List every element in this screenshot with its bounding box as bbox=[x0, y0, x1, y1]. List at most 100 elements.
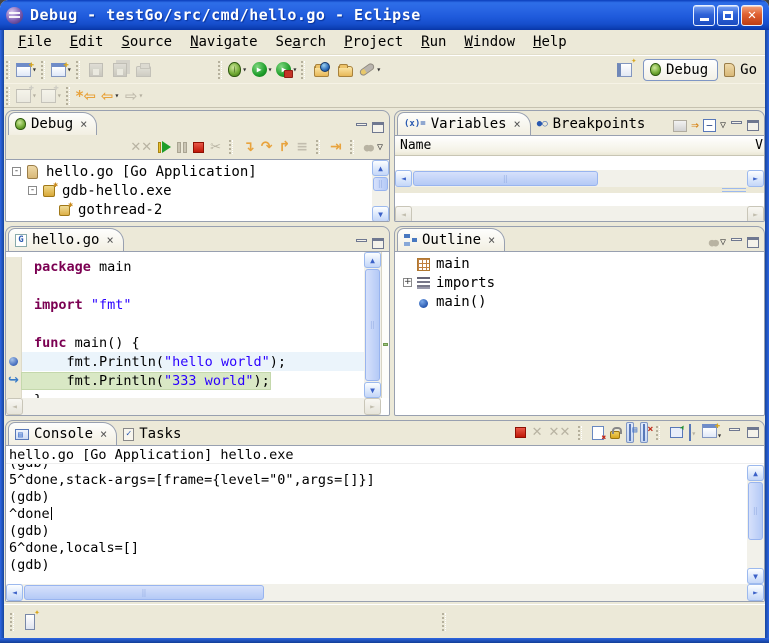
variables-column-headers[interactable]: Name V bbox=[395, 136, 764, 156]
code-line[interactable]: ↪ fmt.Println("333 world"); bbox=[6, 371, 389, 390]
editor-gutter[interactable] bbox=[6, 257, 22, 276]
view-menu-icon[interactable]: ▽ bbox=[720, 120, 726, 131]
editor-gutter[interactable] bbox=[6, 352, 22, 371]
tab-hello-go[interactable]: G hello.go × bbox=[8, 228, 124, 251]
minimize-view-icon[interactable] bbox=[730, 237, 743, 248]
view-settings-icon[interactable]: ●● bbox=[364, 141, 371, 154]
collapse-all-icon[interactable]: − bbox=[703, 119, 716, 132]
outline-item[interactable]: +main() bbox=[395, 292, 764, 311]
remove-all-terminated-icon[interactable]: ✕✕ bbox=[549, 425, 571, 440]
scroll-left-icon[interactable]: ◄ bbox=[6, 584, 23, 601]
search-tool-button[interactable]: ▾ bbox=[357, 58, 383, 82]
outline-item[interactable]: +imports bbox=[395, 273, 764, 292]
toolbar-grip[interactable] bbox=[6, 61, 10, 79]
scroll-up-icon[interactable]: ▲ bbox=[364, 252, 381, 268]
maximize-view-icon[interactable] bbox=[747, 120, 759, 131]
tree-toggle-icon[interactable]: - bbox=[28, 186, 37, 195]
step-into-icon[interactable]: ↴ bbox=[243, 139, 255, 155]
code-line[interactable]: import "fmt" bbox=[6, 295, 389, 314]
toolbar-grip[interactable] bbox=[76, 61, 80, 79]
editor-vertical-scrollbar[interactable]: ▲ ▼ bbox=[364, 252, 381, 398]
menu-search[interactable]: Search bbox=[268, 31, 335, 53]
toolbar-grip[interactable] bbox=[218, 61, 222, 79]
scroll-down-icon[interactable]: ▼ bbox=[364, 382, 381, 398]
debug-tree-item[interactable]: - bbox=[6, 219, 389, 222]
editor-gutter[interactable] bbox=[6, 333, 22, 352]
editor-gutter[interactable] bbox=[6, 276, 22, 295]
suspend-icon[interactable] bbox=[177, 142, 187, 153]
close-icon[interactable]: × bbox=[106, 233, 113, 247]
variables-detail-pane[interactable]: ◄ ► bbox=[395, 193, 764, 222]
scroll-left-icon[interactable]: ◄ bbox=[395, 170, 412, 187]
terminate-icon[interactable] bbox=[193, 142, 204, 153]
maximize-view-icon[interactable] bbox=[372, 238, 384, 249]
back-button[interactable]: ⇦▾ bbox=[98, 84, 122, 108]
open-plugin-button[interactable] bbox=[309, 58, 333, 82]
last-edit-location-button[interactable]: *⇦ bbox=[74, 84, 98, 108]
minimize-view-icon[interactable] bbox=[730, 120, 743, 131]
previous-annotation-button[interactable]: ▾ bbox=[39, 84, 64, 108]
new-project-button[interactable]: ▾ bbox=[49, 58, 74, 82]
code-line[interactable] bbox=[6, 276, 389, 295]
debug-tree-item[interactable]: -gdb-hello.exe bbox=[6, 181, 389, 200]
drop-to-frame-icon[interactable]: ≡ bbox=[296, 139, 308, 155]
pin-console-icon[interactable] bbox=[670, 427, 683, 438]
close-icon[interactable]: × bbox=[488, 233, 495, 247]
maximize-view-icon[interactable] bbox=[747, 237, 759, 248]
step-over-icon[interactable]: ↷ bbox=[261, 139, 273, 155]
toolbar-grip[interactable] bbox=[41, 61, 45, 79]
new-wizard-button[interactable]: ▾ bbox=[14, 58, 39, 82]
outline-item[interactable]: +main bbox=[395, 254, 764, 273]
menu-window[interactable]: Window bbox=[456, 31, 523, 53]
breakpoint-icon[interactable] bbox=[9, 357, 18, 366]
toolbar-grip[interactable] bbox=[66, 87, 70, 105]
editor-horizontal-scrollbar[interactable]: ◄ ► bbox=[6, 398, 381, 415]
view-settings-icon[interactable]: ●● bbox=[709, 236, 716, 249]
scroll-lock-icon[interactable] bbox=[610, 431, 620, 439]
close-icon[interactable]: × bbox=[80, 117, 87, 131]
console-vertical-scrollbar[interactable]: ▲ ▼ bbox=[747, 465, 764, 584]
variables-table-empty[interactable] bbox=[395, 156, 764, 170]
forward-button[interactable]: ⇨▾ bbox=[122, 84, 146, 108]
show-stdout-button[interactable] bbox=[626, 422, 634, 443]
toolbar-grip[interactable] bbox=[301, 61, 305, 79]
tab-variables[interactable]: (x)= Variables × bbox=[397, 112, 531, 135]
minimize-view-icon[interactable] bbox=[355, 122, 368, 133]
remove-all-terminated-icon[interactable]: ✕✕ bbox=[130, 140, 152, 155]
debug-tree-item[interactable]: -gothread-2 bbox=[6, 200, 389, 219]
editor-gutter[interactable] bbox=[6, 295, 22, 314]
menu-run[interactable]: Run bbox=[413, 31, 454, 53]
use-step-filters-icon[interactable]: ⇥ bbox=[330, 139, 342, 155]
fast-view-button[interactable] bbox=[18, 610, 42, 634]
maximize-button[interactable] bbox=[717, 5, 739, 26]
maximize-view-icon[interactable] bbox=[747, 427, 759, 438]
code-line[interactable]: func main() { bbox=[6, 333, 389, 352]
editor-gutter[interactable]: ↪ bbox=[6, 371, 22, 390]
save-all-button[interactable] bbox=[108, 58, 132, 82]
editor-gutter[interactable] bbox=[6, 314, 22, 333]
code-editor[interactable]: package mainimport "fmt"func main() { fm… bbox=[6, 252, 389, 409]
close-icon[interactable]: × bbox=[100, 427, 107, 441]
external-tools-button[interactable]: ▶▾ bbox=[274, 58, 299, 82]
open-perspective-button[interactable] bbox=[613, 58, 637, 82]
tab-breakpoints[interactable]: ●○ Breakpoints bbox=[531, 113, 655, 135]
terminate-icon[interactable] bbox=[515, 427, 526, 438]
maximize-view-icon[interactable] bbox=[372, 122, 384, 133]
menu-help[interactable]: Help bbox=[525, 31, 575, 53]
step-return-icon[interactable]: ↱ bbox=[279, 139, 291, 155]
scroll-up-icon[interactable]: ▲ bbox=[372, 160, 389, 176]
scroll-down-icon[interactable]: ▼ bbox=[747, 568, 764, 584]
debug-launch-button[interactable]: ▾ bbox=[226, 58, 250, 82]
close-button[interactable]: ✕ bbox=[741, 5, 763, 26]
minimize-view-icon[interactable] bbox=[355, 238, 368, 249]
menu-project[interactable]: Project bbox=[336, 31, 411, 53]
close-icon[interactable]: × bbox=[514, 117, 521, 131]
remove-launch-icon[interactable]: ✕ bbox=[532, 425, 543, 440]
scroll-down-icon[interactable]: ▼ bbox=[372, 206, 389, 222]
title-bar[interactable]: Debug - testGo/src/cmd/hello.go - Eclips… bbox=[0, 0, 769, 30]
perspective-go-button[interactable]: Go bbox=[724, 62, 757, 78]
show-stderr-button[interactable] bbox=[640, 422, 648, 443]
add-global-variables-icon[interactable]: ⇒ bbox=[691, 118, 699, 133]
code-line[interactable]: fmt.Println("hello world"); bbox=[6, 352, 389, 371]
toolbar-grip[interactable] bbox=[6, 87, 10, 105]
